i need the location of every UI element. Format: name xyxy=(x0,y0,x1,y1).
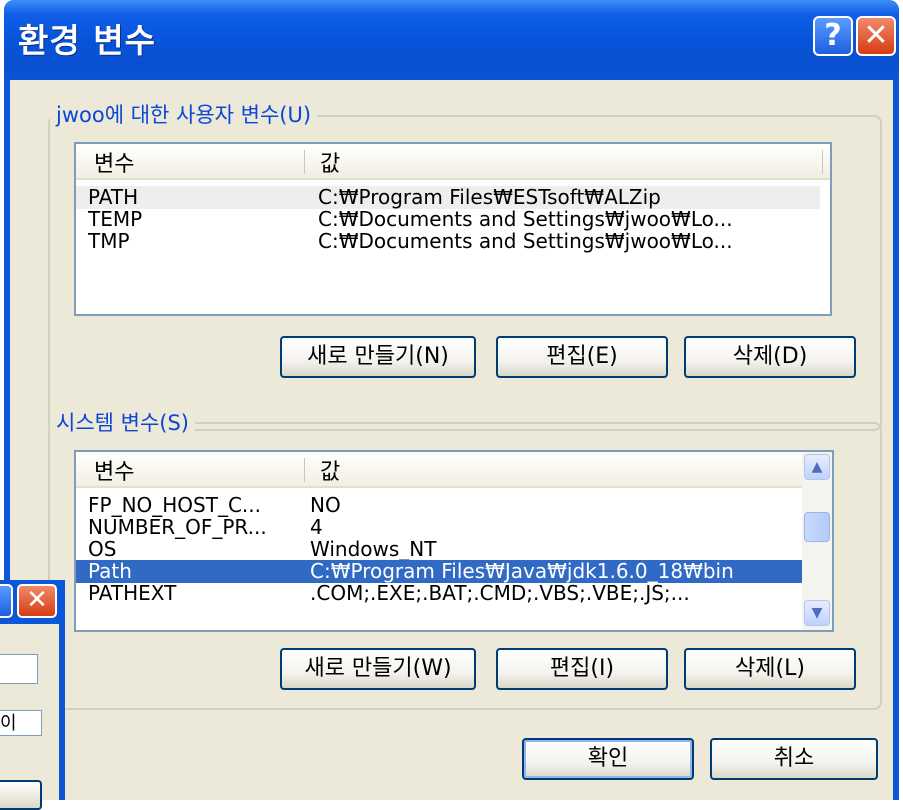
dialog-button[interactable] xyxy=(0,780,42,810)
variable-value: Windows_NT xyxy=(310,537,437,561)
list-item[interactable]: OS Windows_NT xyxy=(76,538,802,561)
help-button[interactable]: ? xyxy=(813,16,853,56)
column-header-value[interactable]: 값 xyxy=(320,146,340,178)
variable-name: TMP xyxy=(88,229,130,253)
system-variables-legend: 시스템 변수(S) xyxy=(50,410,195,436)
column-header-value[interactable]: 값 xyxy=(320,454,340,486)
title-bar[interactable]: 환경 변수 ? ✕ xyxy=(4,0,899,80)
dialog-body: jwoo에 대한 사용자 변수(U) 변수 값 PATH C:₩Program … xyxy=(10,80,893,800)
text-field[interactable]: 이 xyxy=(0,710,42,736)
text-field[interactable] xyxy=(0,654,38,684)
variable-name: PATH xyxy=(88,185,139,209)
variable-name: NUMBER_OF_PR... xyxy=(88,515,267,539)
variable-name: TEMP xyxy=(88,207,143,231)
list-item[interactable]: NUMBER_OF_PR... 4 xyxy=(76,516,802,539)
variable-name: OS xyxy=(88,537,117,561)
user-edit-button[interactable]: 편집(E) xyxy=(496,336,668,378)
background-dialog-body: 이 xyxy=(0,624,59,810)
field-text: 이 xyxy=(0,713,17,734)
list-item[interactable]: TEMP C:₩Documents and Settings₩jwoo₩Lo..… xyxy=(76,208,820,231)
user-variables-list[interactable]: 변수 값 PATH C:₩Program Files₩ESTsoft₩ALZip… xyxy=(74,142,832,316)
list-item[interactable]: PATHEXT .COM;.EXE;.BAT;.CMD;.VBS;.VBE;.J… xyxy=(76,582,802,605)
column-header-name[interactable]: 변수 xyxy=(94,454,134,486)
list-header: 변수 값 xyxy=(76,452,802,488)
column-header-name[interactable]: 변수 xyxy=(94,146,134,178)
help-icon[interactable] xyxy=(0,584,13,618)
variable-value: C:₩Program Files₩Java₩jdk1.6.0_18₩bin xyxy=(310,559,734,583)
column-divider[interactable] xyxy=(304,150,305,174)
scroll-down-button[interactable]: ▼ xyxy=(804,600,830,626)
variable-value: 4 xyxy=(310,515,323,539)
system-delete-button[interactable]: 삭제(L) xyxy=(684,648,856,690)
variable-value: NO xyxy=(310,493,341,517)
window-title: 환경 변수 xyxy=(18,21,156,60)
variable-name: PATHEXT xyxy=(88,581,177,605)
list-item[interactable]: TMP C:₩Documents and Settings₩jwoo₩Lo... xyxy=(76,230,820,253)
column-divider[interactable] xyxy=(304,458,305,482)
column-divider[interactable] xyxy=(822,150,823,174)
ok-button[interactable]: 확인 xyxy=(522,738,694,780)
cancel-button[interactable]: 취소 xyxy=(710,738,878,780)
variable-name: FP_NO_HOST_C... xyxy=(88,493,261,517)
list-item-selected[interactable]: Path C:₩Program Files₩Java₩jdk1.6.0_18₩b… xyxy=(76,560,802,583)
close-button[interactable]: ✕ xyxy=(856,16,896,56)
scroll-thumb[interactable] xyxy=(804,512,830,542)
variable-name: Path xyxy=(88,559,132,583)
variable-value: C:₩Program Files₩ESTsoft₩ALZip xyxy=(318,185,661,209)
list-item[interactable]: PATH C:₩Program Files₩ESTsoft₩ALZip xyxy=(76,186,820,209)
user-variables-legend: jwoo에 대한 사용자 변수(U) xyxy=(50,102,318,128)
background-dialog: ✕ 이 xyxy=(0,580,65,810)
list-header: 변수 값 xyxy=(76,144,830,180)
user-delete-button[interactable]: 삭제(D) xyxy=(684,336,856,378)
background-close-button[interactable]: ✕ xyxy=(17,584,57,618)
system-edit-button[interactable]: 편집(I) xyxy=(496,648,668,690)
variable-value: C:₩Documents and Settings₩jwoo₩Lo... xyxy=(318,207,733,231)
system-new-button[interactable]: 새로 만들기(W) xyxy=(280,648,476,690)
system-variables-list[interactable]: 변수 값 FP_NO_HOST_C... NO NUMBER_OF_PR... … xyxy=(74,450,834,632)
scroll-up-button[interactable]: ▲ xyxy=(804,454,830,480)
vertical-scrollbar[interactable]: ▲ ▼ xyxy=(802,452,832,630)
variable-value: C:₩Documents and Settings₩jwoo₩Lo... xyxy=(318,229,733,253)
variable-value: .COM;.EXE;.BAT;.CMD;.VBS;.VBE;.JS;... xyxy=(310,581,690,605)
list-item[interactable]: FP_NO_HOST_C... NO xyxy=(76,494,802,517)
user-new-button[interactable]: 새로 만들기(N) xyxy=(280,336,476,378)
environment-variables-window: 환경 변수 ? ✕ jwoo에 대한 사용자 변수(U) 변수 값 PATH C… xyxy=(4,0,899,800)
